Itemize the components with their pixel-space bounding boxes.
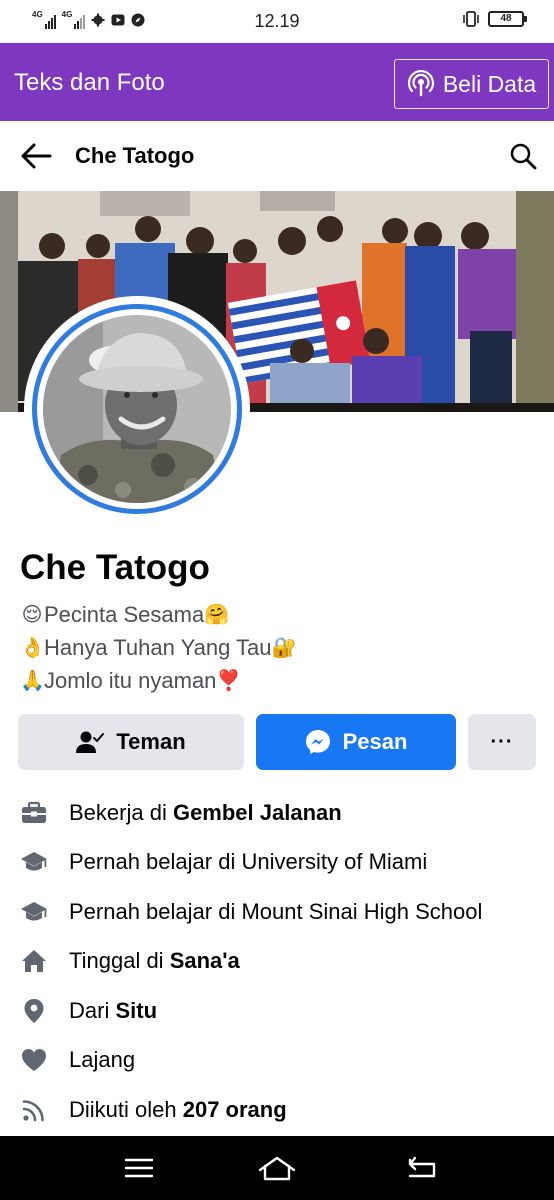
more-options-button[interactable]: ··· (468, 714, 536, 770)
vibrate-icon (463, 11, 479, 27)
home-icon (20, 947, 48, 975)
briefcase-icon (20, 799, 48, 827)
praying-hands-icon: 🙏 (20, 668, 45, 692)
detail-prefix: Bekerja di (69, 799, 173, 825)
bio-line: 😌 Pecinta Sesama 🤗 (20, 598, 296, 631)
heart-exclamation-icon: ❣️ (216, 668, 242, 692)
broadcast-icon (407, 70, 434, 97)
detail-text: Pernah belajar di Mount Sinai High Schoo… (69, 899, 482, 925)
graduation-cap-icon (20, 848, 48, 876)
graduation-cap-icon (20, 898, 48, 926)
profile-picture-image (43, 315, 231, 503)
data-plan-banner: Teks dan Foto Beli Data (0, 43, 554, 121)
detail-prefix: Tinggal di (69, 948, 170, 974)
rss-icon (20, 1096, 48, 1124)
detail-prefix: Diikuti oleh (69, 1096, 183, 1122)
buy-data-button[interactable]: Beli Data (394, 59, 549, 109)
messenger-icon (305, 730, 330, 754)
banner-title: Teks dan Foto (14, 69, 165, 96)
detail-text: Dari Situ (69, 998, 157, 1024)
detail-value: 207 orang (182, 1096, 287, 1122)
battery-icon: 48 (488, 11, 527, 27)
home-icon[interactable] (257, 1152, 297, 1184)
message-button[interactable]: Pesan (256, 714, 456, 770)
detail-prefix: Lajang (69, 1047, 136, 1073)
status-right: 48 (462, 11, 527, 27)
status-bar: 4G 4G 12.19 48 (0, 0, 554, 43)
heart-icon (20, 1046, 48, 1074)
relieved-face-icon: 😌 (21, 602, 43, 626)
detail-relationship[interactable]: Lajang (20, 1036, 540, 1086)
profile-details: Bekerja di Gembel Jalanan Pernah belajar… (20, 788, 540, 1135)
detail-prefix: Pernah belajar di Mount Sinai High Schoo… (69, 898, 483, 924)
detail-education-highschool[interactable]: Pernah belajar di Mount Sinai High Schoo… (20, 887, 540, 937)
profile-bio: 😌 Pecinta Sesama 🤗 👌 Hanya Tuhan Yang Ta… (20, 598, 296, 697)
detail-text: Lajang (69, 1047, 135, 1073)
lock-with-key-icon: 🔐 (271, 635, 297, 659)
bio-line: 🙏 Jomlo itu nyaman ❣️ (20, 664, 296, 697)
ok-hand-icon: 👌 (20, 635, 45, 659)
profile-name: Che Tatogo (20, 548, 210, 587)
detail-value: Gembel Jalanan (172, 799, 342, 825)
profile-picture[interactable] (24, 296, 250, 522)
detail-text: Pernah belajar di University of Miami (69, 849, 427, 875)
detail-value: Situ (115, 997, 158, 1023)
menu-icon[interactable] (119, 1152, 159, 1184)
detail-prefix: Dari (69, 997, 116, 1023)
detail-text: Bekerja di Gembel Jalanan (69, 800, 342, 826)
bio-text: Pecinta Sesama (44, 602, 205, 627)
back-icon[interactable] (402, 1152, 442, 1184)
hugging-face-icon: 🤗 (204, 602, 230, 626)
detail-text: Tinggal di Sana'a (69, 948, 240, 974)
search-icon[interactable] (508, 141, 538, 171)
profile-picture-frame (32, 304, 242, 514)
detail-hometown[interactable]: Dari Situ (20, 986, 540, 1036)
app-header: Che Tatogo (0, 121, 554, 191)
friends-label: Teman (116, 729, 186, 754)
bio-text: Hanya Tuhan Yang Tau (44, 635, 272, 660)
location-pin-icon (20, 997, 48, 1025)
header-title: Che Tatogo (75, 143, 195, 168)
friends-button[interactable]: Teman (18, 714, 244, 770)
detail-text: Diikuti oleh 207 orang (69, 1097, 287, 1123)
detail-prefix: Pernah belajar di University of Miami (69, 849, 428, 875)
bio-line: 👌 Hanya Tuhan Yang Tau 🔐 (20, 631, 296, 664)
detail-value: Sana'a (169, 948, 240, 974)
profile-actions: Teman Pesan ··· (18, 714, 536, 770)
system-navigation-bar (0, 1136, 554, 1200)
friend-check-icon (76, 731, 105, 753)
detail-work[interactable]: Bekerja di Gembel Jalanan (20, 788, 540, 838)
detail-education-university[interactable]: Pernah belajar di University of Miami (20, 838, 540, 888)
detail-current-city[interactable]: Tinggal di Sana'a (20, 937, 540, 987)
buy-data-label: Beli Data (442, 70, 537, 97)
detail-followers[interactable]: Diikuti oleh 207 orang (20, 1085, 540, 1135)
message-label: Pesan (342, 729, 408, 754)
bio-text: Jomlo itu nyaman (44, 668, 217, 693)
back-arrow-icon[interactable] (20, 141, 52, 171)
